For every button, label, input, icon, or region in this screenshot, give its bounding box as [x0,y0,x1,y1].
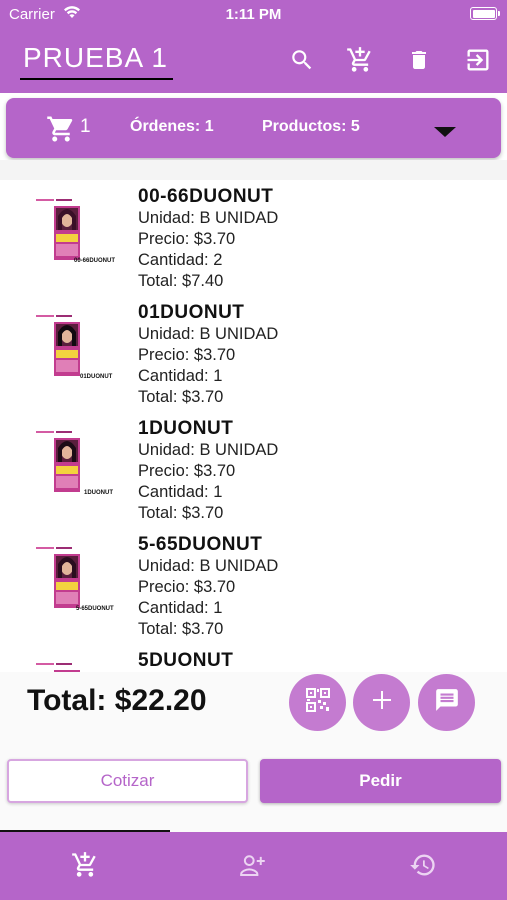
add-button[interactable] [353,674,410,731]
product-image: 01DUONUT [34,312,112,382]
chevron-down-icon[interactable] [434,127,456,137]
product-code: 5-65DUONUT [138,534,263,555]
product-image-label: 1DUONUT [84,490,114,496]
title-field[interactable]: PRUEBA 1 [20,40,173,80]
qr-code-icon [305,687,331,718]
search-icon[interactable] [286,44,318,76]
product-unit: Unidad: B UNIDAD [138,325,279,343]
app-bar: Carrier 1:11 PM PRUEBA 1 [0,0,507,93]
product-image: 5-65DUONUT [34,544,114,614]
product-code: 01DUONUT [138,302,245,323]
product-info: 00-66DUONUT Unidad: B UNIDAD Precio: $3.… [138,186,278,292]
product-quantity: Cantidad: 1 [138,483,223,501]
tab-history[interactable] [406,850,440,884]
order-total: Total: $22.20 [27,684,207,717]
product-unit: Unidad: B UNIDAD [138,209,279,227]
product-image-label: 5-65DUONUT [76,606,114,612]
product-total: Total: $3.70 [138,620,224,638]
list-item[interactable]: 00-66DUONUT 00-66DUONUT Unidad: B UNIDAD… [0,180,507,296]
product-price: Precio: $3.70 [138,462,236,480]
product-quantity: Cantidad: 2 [138,251,223,269]
cart-icon [71,851,99,884]
page-title: PRUEBA 1 [23,42,168,73]
product-total: Total: $3.70 [138,504,224,522]
comment-button[interactable] [418,674,475,731]
list-item[interactable]: 01DUONUT 01DUONUT Unidad: B UNIDAD Preci… [0,296,507,412]
product-info: 5-65DUONUT Unidad: B UNIDAD Precio: $3.7… [138,534,278,640]
chat-icon [434,687,460,718]
product-image-label: 00-66DUONUT [74,258,116,264]
orders-count: Órdenes: 1 [130,118,214,135]
product-code: 00-66DUONUT [138,186,274,207]
product-image: 00-66DUONUT [34,196,115,266]
list-item[interactable]: 1DUONUT 1DUONUT Unidad: B UNIDAD Precio:… [0,412,507,528]
list-item[interactable]: 5-65DUONUT 5-65DUONUT Unidad: B UNIDAD P… [0,528,507,644]
product-total: Total: $7.40 [138,272,224,290]
pedir-button[interactable]: Pedir [260,759,501,803]
add-person-icon [238,850,268,885]
product-price: Precio: $3.70 [138,346,236,364]
product-code: 1DUONUT [138,418,234,439]
product-image: 1DUONUT [34,428,113,498]
bottom-tab-bar [0,832,507,900]
product-quantity: Cantidad: 1 [138,599,223,617]
tab-cart[interactable] [68,850,102,884]
status-time: 1:11 PM [225,6,282,23]
plus-icon [371,689,393,716]
battery-icon [470,7,500,20]
cotizar-button[interactable]: Cotizar [7,759,248,803]
history-icon [409,851,437,884]
product-price: Precio: $3.70 [138,230,236,248]
delete-icon[interactable] [403,44,435,76]
product-info: 5DUONUT [138,650,233,672]
list-separator [0,160,507,180]
qr-scan-button[interactable] [289,674,346,731]
product-price: Precio: $3.70 [138,578,236,596]
product-unit: Unidad: B UNIDAD [138,557,279,575]
status-bar: Carrier 1:11 PM [0,0,507,28]
cart-icon [46,114,76,149]
product-code: 5DUONUT [138,650,234,671]
product-info: 01DUONUT Unidad: B UNIDAD Precio: $3.70 … [138,302,278,408]
cart-count: 1 [80,116,91,137]
product-quantity: Cantidad: 1 [138,367,223,385]
product-list[interactable]: 00-66DUONUT 00-66DUONUT Unidad: B UNIDAD… [0,180,507,672]
checkout-panel: Total: $22.20 Cotizar Pedir [0,672,507,834]
product-unit: Unidad: B UNIDAD [138,441,279,459]
product-image-label: 01DUONUT [80,374,113,380]
list-item[interactable]: 5DUONUT [0,644,507,672]
product-info: 1DUONUT Unidad: B UNIDAD Precio: $3.70 C… [138,418,278,524]
logout-icon[interactable] [462,44,494,76]
products-count: Productos: 5 [262,118,360,135]
order-summary: 1 Órdenes: 1 Productos: 5 [6,98,501,158]
product-total: Total: $3.70 [138,388,224,406]
tab-add-customer[interactable] [236,850,270,884]
add-to-cart-icon[interactable] [344,44,376,76]
product-image [34,660,106,672]
